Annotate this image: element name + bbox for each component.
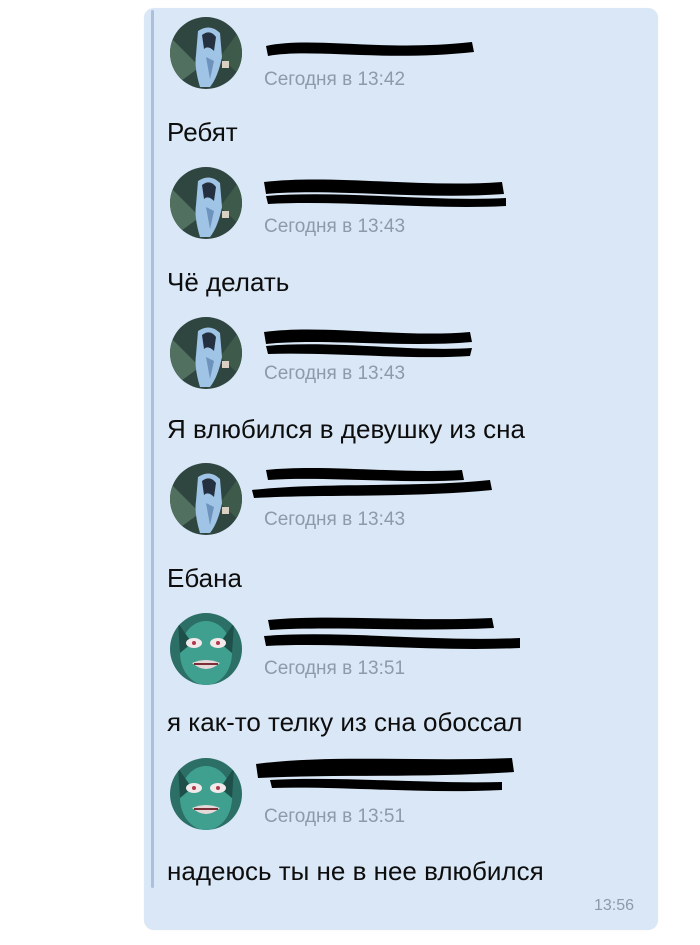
message-text: Ребят: [167, 117, 238, 147]
message-text: надеюсь ты не в нее влюбился: [167, 856, 544, 886]
anime-character-avatar[interactable]: [170, 463, 242, 535]
redacted-author-name: [264, 617, 520, 649]
message-timestamp: Сегодня в 13:43: [264, 363, 406, 384]
anime-character-avatar[interactable]: [170, 17, 242, 89]
creepy-face-avatar[interactable]: [170, 758, 242, 830]
creepy-face-avatar[interactable]: [170, 613, 242, 685]
redacted-author-name: [252, 468, 492, 498]
message-text: Я влюбился в девушку из сна: [167, 414, 525, 444]
message-send-time: 13:56: [593, 897, 634, 914]
message-text: я как-то телку из сна обоссал: [167, 707, 523, 737]
anime-character-avatar[interactable]: [170, 167, 242, 239]
message-timestamp: Сегодня в 13:51: [264, 806, 406, 827]
redacted-author-name: [264, 329, 472, 358]
message-text: Ебана: [167, 563, 242, 593]
redacted-author-name: [266, 42, 474, 56]
message-text: Чё делать: [167, 267, 290, 297]
redacted-author-name: [256, 758, 514, 792]
message-timestamp: Сегодня в 13:43: [264, 509, 406, 530]
anime-character-avatar[interactable]: [170, 317, 242, 389]
message-timestamp: Сегодня в 13:51: [264, 658, 406, 679]
forward-quote-bar: [151, 10, 154, 888]
message-timestamp: Сегодня в 13:42: [264, 69, 406, 90]
message-timestamp: Сегодня в 13:43: [264, 216, 406, 237]
redacted-author-name: [264, 179, 506, 207]
